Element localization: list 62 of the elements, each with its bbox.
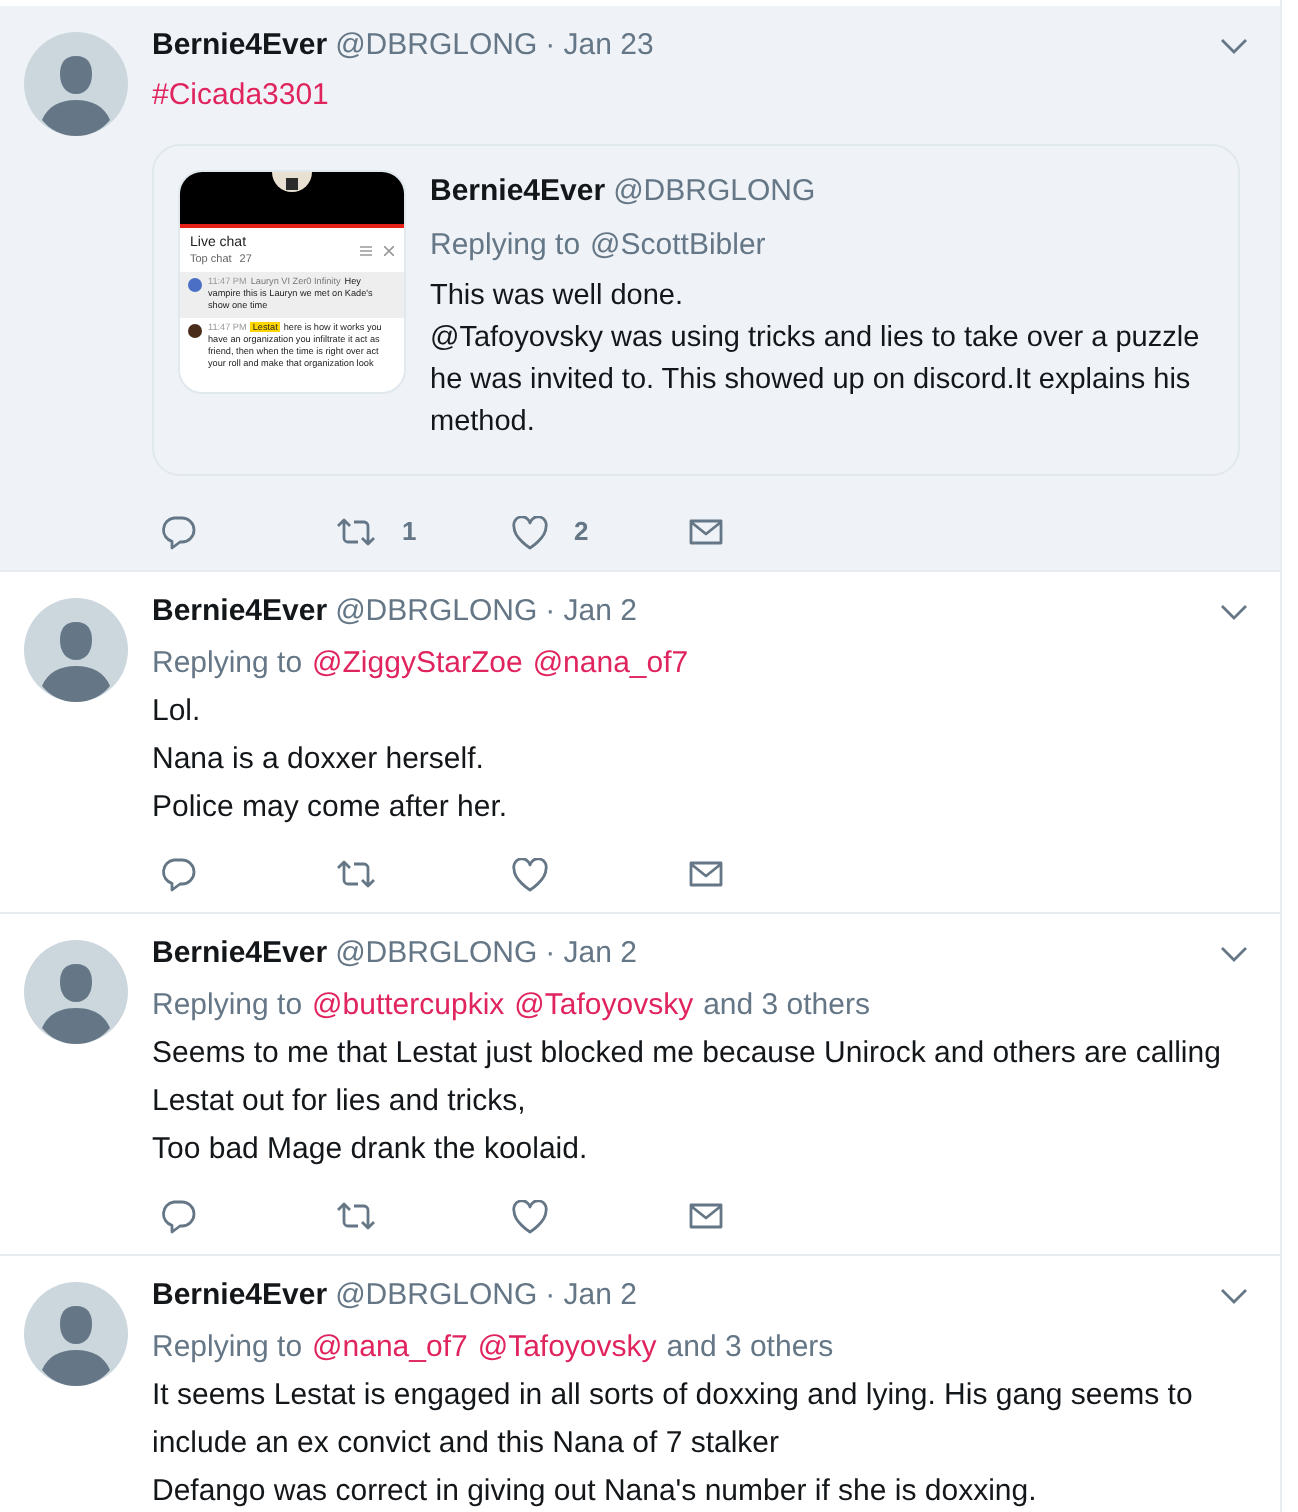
mention-link[interactable]: @nana_of7	[312, 1324, 468, 1372]
avatar-icon[interactable]	[24, 1282, 128, 1386]
tweet-date[interactable]: · Jan 2	[545, 592, 637, 632]
avatar-icon[interactable]	[24, 940, 128, 1044]
quoted-tweet-card[interactable]	[152, 144, 1240, 476]
tweet-text: Too bad Mage drank the koolaid.	[152, 1130, 590, 1170]
chevron-down-icon[interactable]	[1220, 946, 1248, 962]
mail-icon[interactable]	[688, 516, 724, 548]
user-handle[interactable]: @DBRGLONG	[335, 592, 538, 632]
reply-icon[interactable]	[160, 1198, 196, 1234]
user-handle[interactable]: @DBRGLONG	[335, 1276, 538, 1316]
user-handle[interactable]: @DBRGLONG	[613, 172, 816, 212]
others-link[interactable]: and 3 others	[703, 982, 870, 1030]
avatar-icon[interactable]	[24, 598, 128, 702]
hashtag-link[interactable]: #Cicada3301	[152, 72, 349, 120]
chevron-down-icon[interactable]	[1220, 604, 1248, 620]
author-name[interactable]: Bernie4Ever	[152, 26, 328, 66]
tweet-card[interactable]	[0, 6, 1280, 572]
tweet-text: This was well done.	[430, 278, 686, 316]
user-handle[interactable]: @DBRGLONG	[335, 26, 538, 66]
user-handle[interactable]: @DBRGLONG	[335, 934, 538, 974]
tweet-text: Nana is a doxxer herself.	[152, 740, 486, 780]
tweet-text: @Tafoyovsky was using tricks and lies to take over a puzzle he was invited to. This showed up on discord.It explains his method.	[430, 320, 1202, 442]
mention-link[interactable]: @Tafoyovsky	[514, 982, 694, 1030]
mail-icon[interactable]	[688, 1200, 724, 1232]
chevron-down-icon[interactable]	[1220, 1288, 1248, 1304]
reply-icon[interactable]	[160, 856, 196, 892]
mention-link[interactable]: @ZiggyStarZoe	[312, 640, 523, 688]
mail-icon[interactable]	[688, 858, 724, 890]
tweet-date[interactable]: · Jan 23	[545, 26, 654, 66]
retweet-count: 1	[402, 514, 417, 551]
tweet-text: Seems to me that Lestat just blocked me because Unirock and others are calling Lestat out for lies and tricks,	[152, 1034, 1223, 1122]
avatar-icon[interactable]	[24, 32, 128, 136]
author-name[interactable]: Bernie4Ever	[152, 1276, 328, 1316]
close-icon[interactable]	[384, 246, 394, 256]
replying-label: Replying to	[152, 986, 303, 1026]
tweet-date[interactable]: · Jan 2	[545, 1276, 637, 1316]
replying-label: Replying to	[152, 644, 303, 684]
heart-icon[interactable]	[512, 857, 548, 891]
tweet-text: Police may come after her.	[152, 788, 510, 828]
like-count: 2	[574, 514, 589, 551]
tweet-text: Defango was correct in giving out Nana's number if she is doxxing.	[152, 1472, 1039, 1512]
retweet-icon[interactable]	[336, 858, 376, 890]
heart-icon[interactable]	[512, 1199, 548, 1233]
retweet-icon[interactable]	[336, 1200, 376, 1232]
mention-link[interactable]: @Tafoyovsky	[477, 1324, 657, 1372]
chevron-down-icon[interactable]	[1220, 38, 1248, 54]
heart-icon[interactable]	[512, 515, 548, 549]
retweet-icon[interactable]	[336, 516, 376, 548]
mention-link[interactable]: @nana_of7	[532, 640, 689, 688]
mention-link[interactable]: @buttercupkix	[312, 982, 505, 1030]
author-name[interactable]: Bernie4Ever	[430, 172, 606, 212]
replying-label: Replying to	[152, 1328, 303, 1368]
tweet-text: Lol.	[152, 692, 203, 732]
reply-icon[interactable]	[160, 514, 196, 550]
others-link[interactable]: and 3 others	[666, 1324, 834, 1372]
mention-link[interactable]: @ScottBibler	[590, 224, 766, 266]
replying-label: Replying to	[430, 226, 581, 266]
tweet-date[interactable]: · Jan 2	[545, 934, 637, 974]
author-name[interactable]: Bernie4Ever	[152, 592, 328, 632]
tweet-text: It seems Lestat is engaged in all sorts of doxxing and lying. His gang seems to include an ex convict and this Nana of 7 stalker	[152, 1376, 1195, 1464]
author-name[interactable]: Bernie4Ever	[152, 934, 328, 974]
